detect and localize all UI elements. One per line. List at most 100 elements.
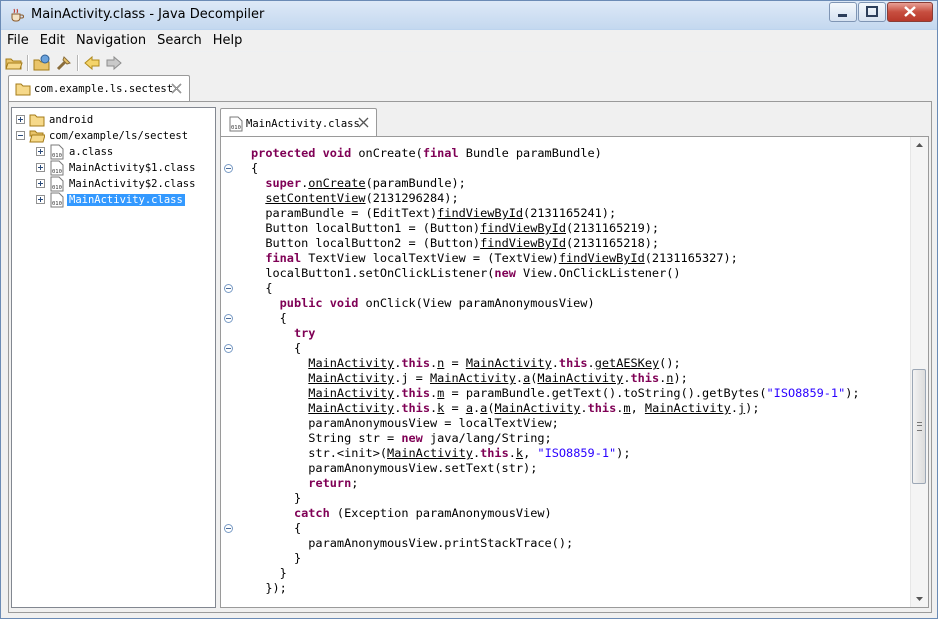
code-link[interactable]: MainActivity — [537, 371, 623, 385]
code-link[interactable]: MainActivity — [466, 356, 552, 370]
code-text: ); — [616, 446, 631, 460]
code-link[interactable]: MainActivity — [308, 401, 394, 415]
code-text: TextView localTextView = (TextView) — [301, 251, 559, 265]
code-text: View.OnClickListener() — [515, 266, 681, 280]
code-text: (); — [659, 356, 681, 370]
fold-icon[interactable] — [224, 164, 233, 173]
code-line: public void onClick(View paramAnonymousV… — [251, 296, 595, 310]
svg-text:010: 010 — [52, 153, 62, 159]
source-code[interactable]: protected void onCreate(final Bundle par… — [251, 146, 860, 596]
back-button[interactable] — [83, 54, 101, 72]
scrollbar-thumb[interactable] — [912, 369, 926, 484]
tab-archive[interactable]: com.example.ls.sectest — [8, 75, 190, 102]
collapse-icon[interactable] — [16, 131, 25, 140]
tab-editor-file[interactable]: 010 MainActivity.class — [220, 108, 377, 137]
expand-icon[interactable] — [16, 115, 25, 124]
menu-navigation[interactable]: Navigation — [71, 33, 151, 48]
close-icon[interactable] — [171, 83, 182, 94]
code-keyword: this — [401, 401, 430, 415]
code-link[interactable]: findViewById — [480, 221, 566, 235]
toolbar — [1, 52, 937, 74]
grip-icon — [917, 422, 922, 431]
scroll-up-icon[interactable] — [911, 137, 928, 154]
code-keyword: final — [422, 146, 459, 160]
code-link[interactable]: MainActivity — [308, 356, 394, 370]
code-editor[interactable]: protected void onCreate(final Bundle par… — [220, 136, 929, 608]
forward-arrow-icon — [106, 55, 122, 71]
forward-button[interactable] — [105, 54, 123, 72]
code-text: . — [508, 446, 516, 460]
code-text: (Exception paramAnonymousView) — [329, 506, 552, 520]
fold-icon[interactable] — [224, 284, 233, 293]
vertical-scrollbar[interactable] — [910, 137, 928, 607]
expand-icon[interactable] — [36, 163, 45, 172]
close-button[interactable] — [887, 2, 933, 22]
code-link[interactable]: setContentView — [265, 191, 365, 205]
code-text: . — [580, 401, 588, 415]
code-text: (2131165241); — [523, 206, 617, 220]
code-line: return; — [251, 476, 358, 490]
code-link[interactable]: onCreate — [308, 176, 365, 190]
find-button[interactable] — [55, 54, 73, 72]
maximize-button[interactable] — [858, 2, 886, 22]
open-type-button[interactable] — [33, 54, 51, 72]
class-file-icon: 010 — [229, 116, 243, 132]
code-link[interactable]: MainActivity — [430, 371, 516, 385]
menu-file[interactable]: File — [2, 33, 34, 48]
code-keyword: this — [480, 446, 509, 460]
code-link[interactable]: MainActivity — [308, 371, 394, 385]
code-link[interactable]: m — [623, 401, 630, 415]
code-line: str.<init>(MainActivity.this.k, "ISO8859… — [251, 446, 631, 460]
code-text: } — [251, 551, 302, 565]
code-link[interactable]: a — [466, 401, 473, 415]
code-text: , — [630, 401, 645, 415]
code-line: MainActivity.this.n = MainActivity.this.… — [251, 356, 681, 370]
code-link[interactable]: MainActivity — [645, 401, 731, 415]
code-line: } — [251, 551, 301, 565]
scroll-down-icon[interactable] — [911, 590, 928, 607]
code-link[interactable]: findViewById — [480, 236, 566, 250]
code-keyword: this — [587, 401, 617, 415]
fold-icon[interactable] — [224, 524, 233, 533]
code-text: } — [251, 566, 287, 580]
code-text: (2131165218); — [566, 236, 660, 250]
class-file-icon: 010 — [50, 160, 64, 176]
code-link[interactable]: MainActivity — [308, 386, 394, 400]
expand-icon[interactable] — [36, 179, 45, 188]
code-text: onClick(View paramAnonymousView) — [358, 296, 595, 310]
fold-icon[interactable] — [224, 344, 233, 353]
minimize-button[interactable] — [829, 2, 857, 22]
folder-icon — [29, 114, 45, 127]
code-text: ); — [673, 371, 688, 385]
expand-icon[interactable] — [36, 147, 45, 156]
code-link[interactable]: findViewById — [559, 251, 645, 265]
code-line: MainActivity.this.k = a.a(MainActivity.t… — [251, 401, 759, 415]
menu-edit[interactable]: Edit — [35, 33, 70, 48]
svg-text:010: 010 — [52, 201, 62, 207]
close-icon[interactable] — [358, 117, 369, 128]
code-link[interactable]: MainActivity — [387, 446, 473, 460]
menu-bar: File Edit Navigation Search Help — [1, 30, 937, 51]
code-text: (2131296284); — [365, 191, 459, 205]
title-bar[interactable]: MainActivity.class - Java Decompiler — [1, 1, 937, 29]
menu-help[interactable]: Help — [208, 33, 248, 48]
code-link[interactable]: findViewById — [437, 206, 523, 220]
expand-icon[interactable] — [36, 195, 45, 204]
menu-search[interactable]: Search — [152, 33, 207, 48]
fold-icon[interactable] — [224, 314, 233, 323]
code-link[interactable]: getAESKey — [595, 356, 659, 370]
close-icon — [904, 6, 916, 17]
code-keyword: this — [558, 356, 588, 370]
window-title: MainActivity.class - Java Decompiler — [31, 7, 265, 22]
open-folder-icon — [29, 130, 45, 143]
open-file-button[interactable] — [5, 54, 23, 72]
code-line: String str = new java/lang/String; — [251, 431, 551, 445]
code-text: { — [251, 521, 302, 535]
code-link[interactable]: MainActivity — [495, 401, 581, 415]
svg-text:010: 010 — [231, 125, 241, 131]
